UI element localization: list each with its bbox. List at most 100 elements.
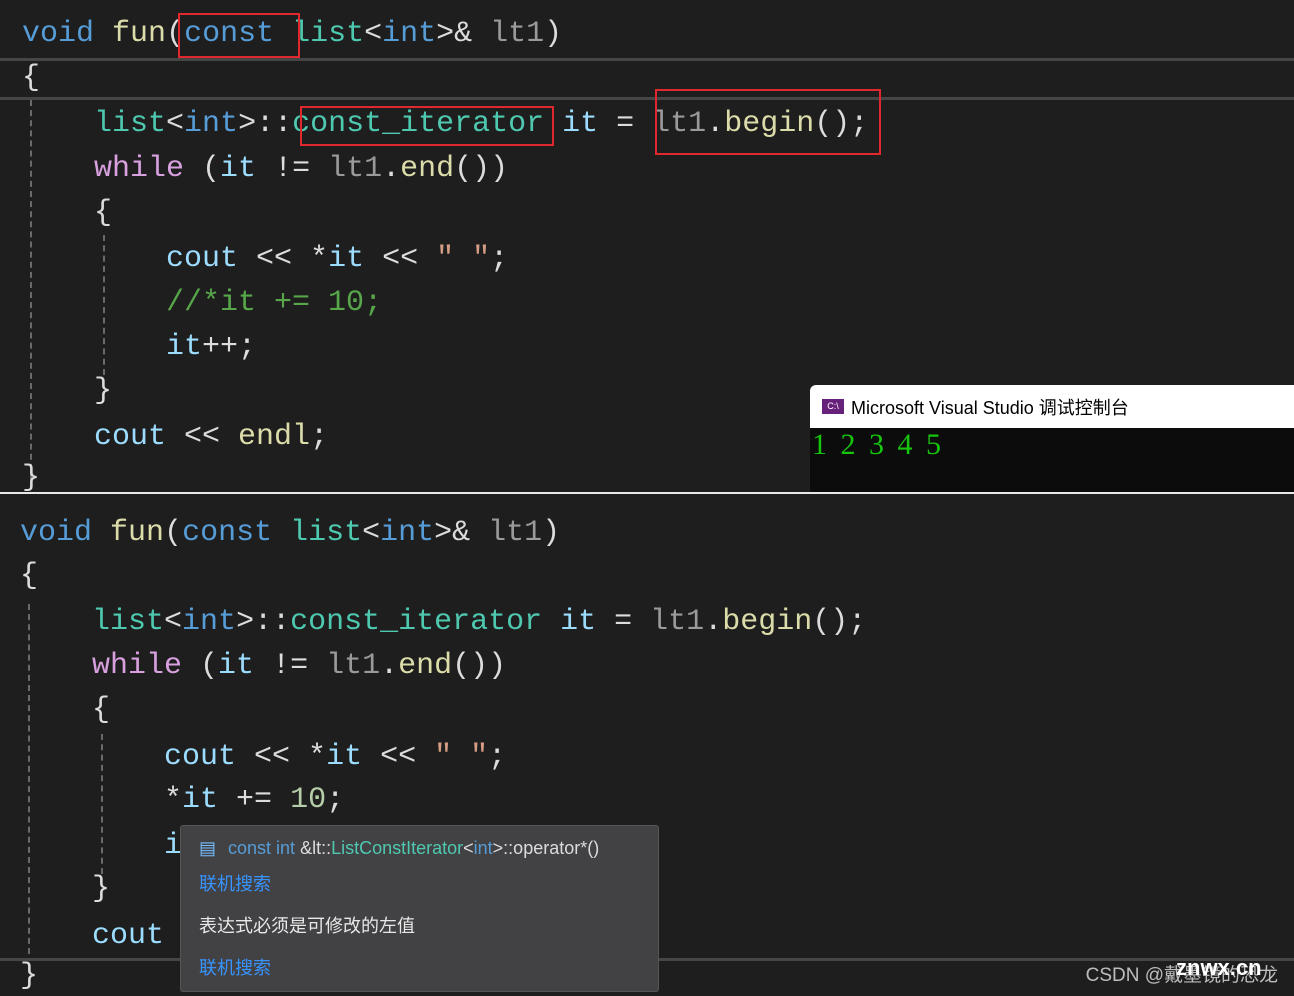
console-title-bar[interactable]: C:\ Microsoft Visual Studio 调试控制台 [810,385,1294,428]
code-token: endl [238,420,311,454]
code-line[interactable]: list<int>::const_iterator it = lt1.begin… [20,602,866,642]
code-token: < [166,107,185,141]
code-token: //*it += 10; [166,286,383,320]
code-token: int [184,107,239,141]
code-line[interactable]: cout << endl; [22,417,328,457]
code-token: ( [164,516,183,550]
code-line[interactable]: i [20,826,182,866]
code-token: fun [110,516,165,550]
code-token: != [256,152,329,186]
code-line[interactable]: { [22,58,40,98]
code-token: } [20,872,111,906]
code-line[interactable]: } [20,956,38,996]
code-token: } [22,374,113,408]
code-token: ++; [202,330,257,364]
code-token: >& [436,17,491,51]
code-token: it [560,605,597,639]
code-token: += [218,783,291,817]
online-search-link[interactable]: 联机搜索 [199,870,271,896]
code-line[interactable]: { [22,193,112,233]
code-token: >:: [236,605,291,639]
code-token: ) [544,17,563,51]
code-token: list [92,605,165,639]
code-token: } [20,959,39,993]
code-token: it [326,740,363,774]
code-token: { [22,196,113,230]
code-line[interactable]: { [20,690,110,730]
code-token: lt1 [326,649,381,683]
code-line[interactable]: } [20,869,110,909]
code-line[interactable]: } [22,371,112,411]
code-token: it [166,330,203,364]
code-token: " " [436,242,491,276]
code-token: it [328,242,365,276]
watermark-site: znwx.cn [1176,955,1262,980]
sig-text: >::operator*() [492,838,600,858]
code-token: int [380,516,435,550]
code-line[interactable]: while (it != lt1.end()) [20,646,506,686]
code-token: ; [310,420,329,454]
code-token: end [400,152,455,186]
code-token: . [704,605,723,639]
code-token: cout [166,242,239,276]
code-token: while [94,152,185,186]
code-token: int [382,17,437,51]
code-line[interactable]: *it += 10; [20,780,344,820]
highlight-box-begin [655,89,881,155]
code-token: = [598,107,653,141]
current-line-border [0,97,1294,100]
code-token: void [22,17,95,51]
code-token: const [182,516,273,550]
code-token: . [380,649,399,683]
editor-top: void fun(const list<int>& lt1){ list<int… [0,0,1294,495]
online-search-link[interactable]: 联机搜索 [199,954,271,980]
code-token: const_iterator [290,605,543,639]
sig-keyword: int [473,838,493,858]
code-token: it [218,649,255,683]
code-token: list [292,17,365,51]
error-tooltip: ▤ const int &lt::ListConstIterator<int>::… [180,825,659,992]
code-token: it [562,107,599,141]
code-line[interactable]: //*it += 10; [22,283,382,323]
code-token: lt1 [328,152,383,186]
code-token: << [362,740,435,774]
code-token: ()) [454,152,509,186]
code-line[interactable]: it++; [22,327,256,367]
code-token: { [22,61,41,95]
code-token: ) [542,516,561,550]
code-token: << [166,420,239,454]
code-token: 10 [290,783,327,817]
code-token: ; [488,740,507,774]
console-output: 1 2 3 4 5 [812,428,941,461]
code-token: lt1 [488,516,543,550]
sig-text: < [463,838,474,858]
console-title: Microsoft Visual Studio 调试控制台 [851,397,1129,418]
code-line[interactable]: cout << *it << " "; [20,737,506,777]
code-token: = [596,605,651,639]
code-token: it [182,783,219,817]
code-line[interactable]: cout [20,916,164,956]
code-token: list [94,107,167,141]
code-token: } [22,461,41,495]
code-token: < [164,605,183,639]
code-line[interactable]: void fun(const list<int>& lt1) [20,513,560,553]
code-token: ; [490,242,509,276]
code-line[interactable]: { [20,556,38,596]
code-line[interactable]: while (it != lt1.end()) [22,149,508,189]
code-token: fun [112,17,167,51]
code-line[interactable]: cout << *it << " "; [22,239,508,279]
debug-console-window: C:\ Microsoft Visual Studio 调试控制台 1 2 3 4… [810,385,1294,492]
code-token: < [362,516,381,550]
